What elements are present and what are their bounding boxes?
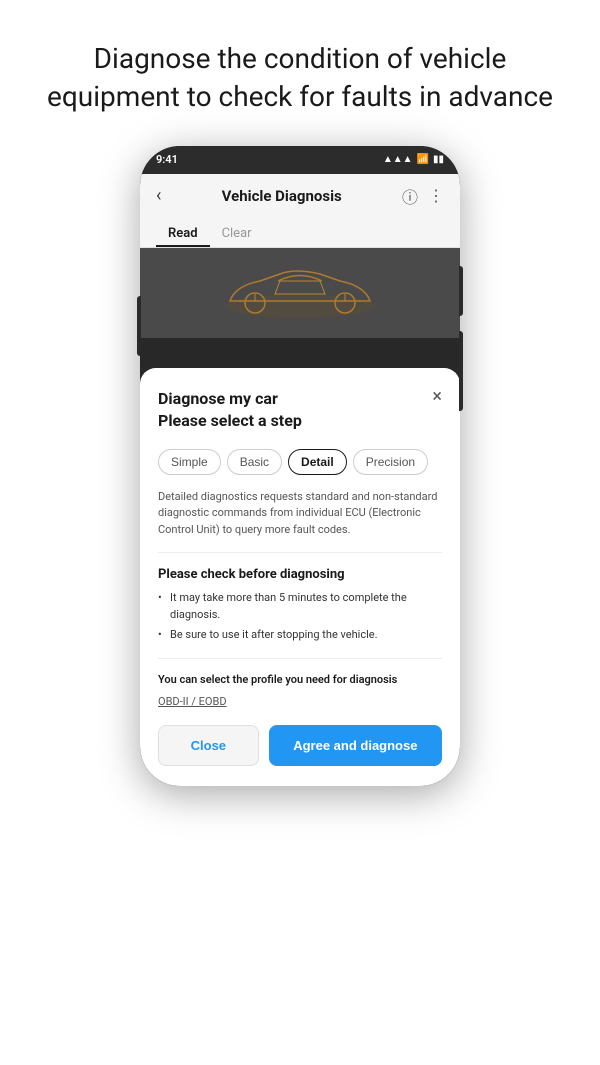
wifi-icon: 📶	[417, 154, 429, 165]
status-bar: 9:41 ▲▲▲ 📶 ▮▮	[140, 146, 460, 174]
status-icons: ▲▲▲ 📶 ▮▮	[383, 154, 444, 165]
modal-close-button[interactable]: ×	[432, 388, 442, 406]
header-icons: ⓘ ⋮	[402, 184, 444, 208]
phone-wrapper: 9:41 ▲▲▲ 📶 ▮▮ ‹ Vehicle Diagnosis ⓘ ⋮ Re…	[140, 146, 460, 826]
power-button	[459, 266, 463, 316]
step-detail[interactable]: Detail	[288, 449, 347, 475]
step-selector: Simple Basic Detail Precision	[158, 449, 442, 475]
profile-section: You can select the profile you need for …	[158, 658, 442, 709]
page-header: Diagnose the condition of vehicle equipm…	[7, 0, 593, 136]
tab-clear[interactable]: Clear	[210, 218, 264, 247]
back-button[interactable]: ‹	[156, 185, 161, 206]
step-basic[interactable]: Basic	[227, 449, 282, 475]
phone-shell: 9:41 ▲▲▲ 📶 ▮▮ ‹ Vehicle Diagnosis ⓘ ⋮ Re…	[140, 146, 460, 786]
status-time: 9:41	[156, 153, 178, 166]
volume-button	[459, 331, 463, 411]
info-icon[interactable]: ⓘ	[402, 184, 418, 208]
more-icon[interactable]: ⋮	[428, 186, 444, 205]
step-precision[interactable]: Precision	[353, 449, 428, 475]
modal-overlay: Diagnose my car Please select a step × S…	[140, 338, 460, 786]
profile-label: You can select the profile you need for …	[158, 673, 442, 686]
app-title: Vehicle Diagnosis	[222, 187, 342, 205]
check-section: Please check before diagnosing It may ta…	[158, 567, 442, 644]
battery-icon: ▮▮	[433, 154, 444, 165]
page-title: Diagnose the condition of vehicle equipm…	[47, 40, 553, 116]
car-image	[210, 256, 390, 330]
tab-read[interactable]: Read	[156, 218, 210, 247]
tabs-bar: Read Clear	[140, 218, 460, 248]
signal-icon: ▲▲▲	[383, 154, 413, 165]
car-image-area	[140, 248, 460, 338]
check-list: It may take more than 5 minutes to compl…	[158, 590, 442, 644]
modal-description: Detailed diagnostics requests standard a…	[158, 489, 442, 554]
close-button[interactable]: Close	[158, 725, 259, 766]
phone-screen: 9:41 ▲▲▲ 📶 ▮▮ ‹ Vehicle Diagnosis ⓘ ⋮ Re…	[140, 146, 460, 786]
check-item-2: Be sure to use it after stopping the veh…	[158, 627, 442, 644]
profile-link[interactable]: OBD-II / EOBD	[158, 695, 227, 708]
modal-title: Diagnose my car Please select a step	[158, 388, 302, 433]
check-item-1: It may take more than 5 minutes to compl…	[158, 590, 442, 623]
bixby-button	[137, 296, 141, 356]
app-header: ‹ Vehicle Diagnosis ⓘ ⋮	[140, 174, 460, 218]
step-simple[interactable]: Simple	[158, 449, 221, 475]
action-buttons: Close Agree and diagnose	[158, 725, 442, 766]
agree-diagnose-button[interactable]: Agree and diagnose	[269, 725, 442, 766]
modal-sheet: Diagnose my car Please select a step × S…	[140, 368, 460, 786]
modal-header: Diagnose my car Please select a step ×	[158, 388, 442, 433]
check-title: Please check before diagnosing	[158, 567, 442, 582]
